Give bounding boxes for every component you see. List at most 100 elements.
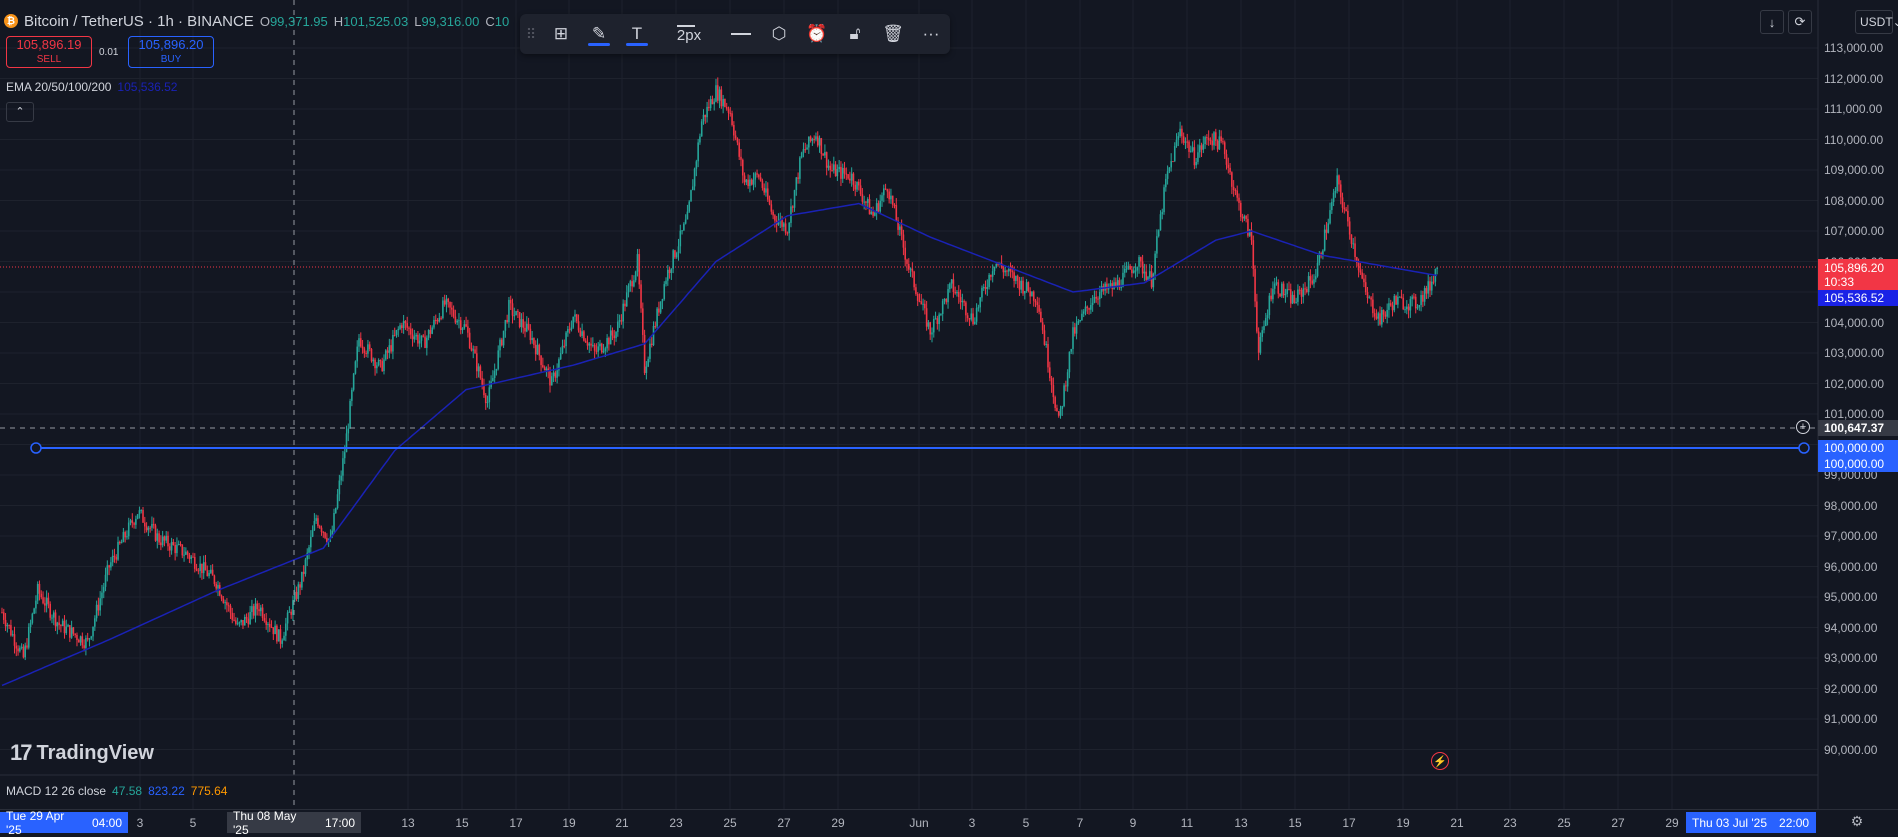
candle-body [1106,283,1108,290]
symbol-title[interactable]: Bitcoin / TetherUS · 1h · BINANCE [24,13,254,30]
macd-legend[interactable]: MACD 12 26 close 47.58 823.22 775.64 [6,784,227,798]
candle-body [272,627,275,635]
ohlc-value: 99,316.00 [421,13,480,29]
more-icon[interactable]: ··· [912,16,950,52]
candle-body [122,532,125,543]
sell-button[interactable]: 105,896.19 SELL [6,36,92,68]
candle-body [811,138,814,141]
candle-body [434,319,437,321]
time-tick-label: 27 [777,816,791,830]
lock-icon[interactable]: 🔓︎ [836,16,874,52]
time-axis[interactable]: 3 5 13 15 17 19 21 23 25 27 29 Jun 3 5 7 9 11 13 15 17 19 21 2… [0,809,1898,837]
candle-body [85,637,87,648]
candle-body [1179,128,1181,137]
gear-icon[interactable]: ⚙ [1848,813,1866,831]
ema-legend[interactable]: EMA 20/50/100/200 105,536.52 [6,80,177,94]
candle-body [458,320,460,322]
candle-body [1177,136,1180,140]
ohlc-key: H [333,13,344,29]
candle-body [561,345,564,354]
sync-icon[interactable]: ⟳ [1788,10,1812,34]
drag-handle-icon[interactable]: ⠿ [520,16,542,52]
add-alert-plus-icon[interactable]: + [1796,420,1810,434]
candle-body [567,329,569,333]
collapse-legend-button[interactable]: ⌃ [6,102,34,122]
candle-body [31,613,34,623]
candle-body [44,603,46,606]
candle-body [1066,372,1069,387]
price-tick-label: 113,000.00 [1824,41,1884,55]
candle-body [104,574,107,587]
candle-body [702,114,705,122]
candle-body [40,593,43,598]
candle-body [1363,278,1365,283]
candle-body [800,152,803,158]
candle-body [1081,313,1083,320]
candle-body [586,342,589,346]
candle-body [677,246,680,254]
buy-button[interactable]: 105,896.20 BUY [128,36,214,68]
candle-body [49,603,51,618]
templates-icon[interactable]: ⊞ [542,16,580,52]
candle-body [1306,288,1308,292]
candle-body [345,433,348,453]
candle-body [86,637,89,640]
candle-body [1082,311,1085,314]
candle-body [982,287,985,289]
candle-body [1329,210,1331,224]
download-icon[interactable]: ↓ [1760,10,1784,34]
candle-body [968,318,971,320]
candle-body [1423,288,1426,302]
pencil-icon[interactable]: ✎ [580,16,618,52]
candle-body [4,619,7,627]
candle-body [1357,262,1360,271]
candle-body [1223,142,1226,155]
price-chart[interactable] [0,0,1898,834]
candle-body [847,174,849,179]
candle-body [213,575,216,584]
trash-icon[interactable]: 🗑︎ [874,16,912,52]
candle-body [195,568,198,571]
currency-select[interactable]: USDT ⌄ [1855,10,1898,34]
symbol-header: ₿ Bitcoin / TetherUS · 1h · BINANCE O99,… [4,10,515,32]
candle-body [597,346,599,352]
candle-body [56,622,59,627]
time-tick-label: 23 [1503,816,1517,830]
candle-body [343,452,346,459]
candle-body [533,338,535,345]
alert-icon[interactable]: ⏰ [798,16,836,52]
candle-body [627,286,630,293]
candle-body [909,268,912,270]
candle-body [495,368,498,371]
candle-body [988,274,990,287]
candle-body [891,195,894,205]
lightning-icon[interactable]: ⚡ [1431,752,1449,770]
candle-body [1170,161,1172,168]
price-tick-label: 111,000.00 [1824,102,1883,116]
candle-body [1111,283,1114,290]
candle-body [440,317,442,319]
candle-body [1348,221,1351,235]
candle-body [802,149,805,153]
ohlc-key: O [259,13,270,29]
candle-body [920,301,923,305]
candle-body [281,640,284,644]
drawing-handle-left[interactable] [30,442,42,454]
settings-icon[interactable]: ⬡ [760,16,798,52]
drawing-handle-right[interactable] [1798,442,1810,454]
candle-body [395,330,398,336]
text-icon[interactable]: T [618,16,656,52]
candle-body [393,335,396,337]
candle-body [1273,283,1276,289]
candle-body [1220,136,1222,142]
candle-body [1091,302,1094,305]
line-width-button[interactable]: 2px [656,16,722,52]
candle-body [236,623,239,625]
candle-body [1038,305,1040,312]
candle-body [806,147,808,150]
candle-body [24,645,27,658]
order-quantity[interactable]: 0.01 [99,47,118,58]
candle-body [379,360,382,362]
line-style-button[interactable] [722,16,760,52]
candle-body [793,190,796,208]
